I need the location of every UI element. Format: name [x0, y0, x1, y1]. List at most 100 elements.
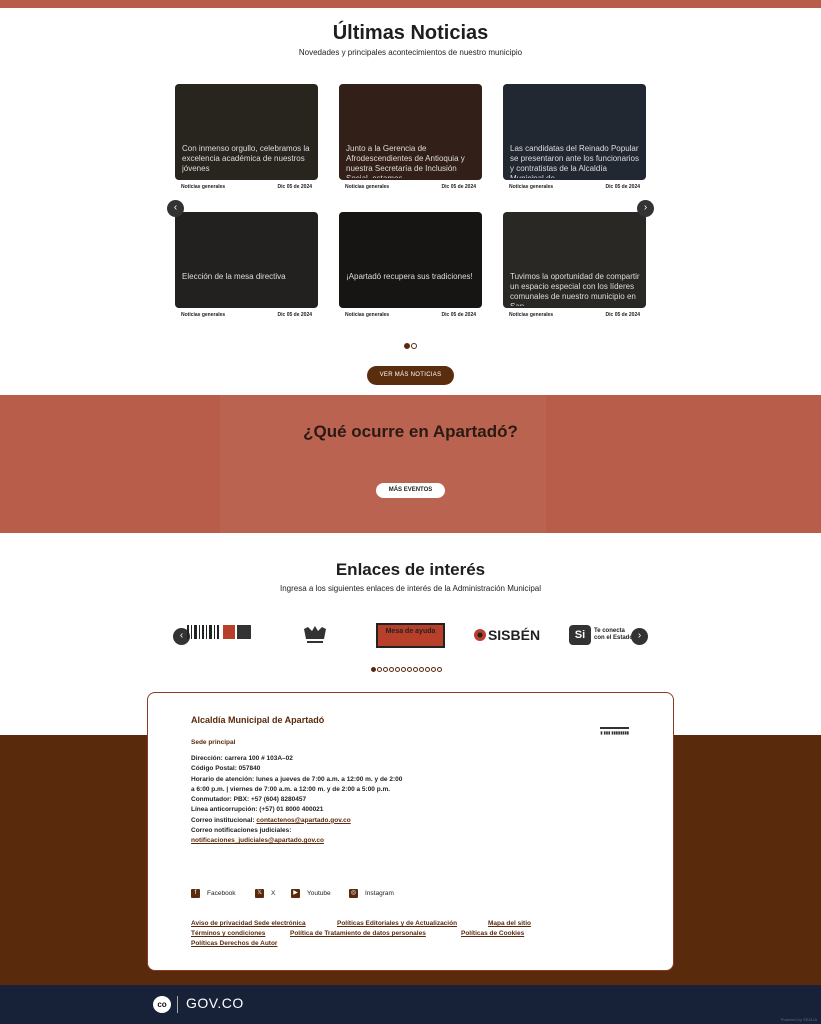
news-card[interactable]: ¡Apartadó recupera sus tradiciones! Noti…: [339, 212, 482, 324]
news-date: Dic 05 de 2024: [277, 312, 312, 318]
carousel-dot[interactable]: [389, 667, 394, 672]
news-section: Últimas Noticias Novedades y principales…: [0, 8, 821, 395]
carousel-dot[interactable]: [383, 667, 388, 672]
social-instagram[interactable]: ◎ Instagram: [349, 888, 394, 898]
links-carousel-dots: [371, 659, 443, 677]
notif-label: Correo notificaciones judiciales:: [191, 827, 292, 835]
carousel-dot[interactable]: [377, 667, 382, 672]
colombia-co-icon[interactable]: co: [153, 996, 171, 1013]
news-card[interactable]: Las candidatas del Reinado Popular se pr…: [503, 84, 646, 196]
news-card[interactable]: Junto a la Gerencia de Afrodescendientes…: [339, 84, 482, 196]
news-category: Noticias generales: [345, 184, 390, 190]
news-category: Noticias generales: [509, 184, 554, 190]
news-category: Noticias generales: [181, 312, 226, 318]
news-image[interactable]: Con inmenso orgullo, celebramos la excel…: [175, 84, 318, 180]
links-next-arrow-icon[interactable]: ›: [631, 628, 648, 645]
news-category: Noticias generales: [509, 312, 554, 318]
social-label: Facebook: [207, 889, 236, 897]
social-label: Instagram: [365, 889, 394, 897]
divider: [177, 996, 178, 1013]
barcode-logo[interactable]: [184, 621, 254, 649]
news-card[interactable]: Tuvimos la oportunidad de compartir un e…: [503, 212, 646, 324]
news-image[interactable]: Elección de la mesa directiva: [175, 212, 318, 308]
footer-card: Alcaldía Municipal de Apartadó ▮ ▮▮▮ ▮▮▮…: [147, 692, 674, 971]
news-card-title[interactable]: ¡Apartadó recupera sus tradiciones!: [346, 272, 476, 306]
si-icon: Si: [568, 625, 591, 645]
news-image[interactable]: ¡Apartadó recupera sus tradiciones!: [339, 212, 482, 308]
privacy-link[interactable]: Aviso de privacidad Sede electrónica: [191, 920, 306, 927]
events-title: ¿Qué ocurre en Apartadó?: [303, 422, 518, 441]
news-category: Noticias generales: [345, 312, 390, 318]
news-card-title[interactable]: Elección de la mesa directiva: [182, 272, 312, 306]
news-date: Dic 05 de 2024: [605, 312, 640, 318]
social-x[interactable]: 𝕏X: [255, 888, 275, 898]
carousel-dot[interactable]: [413, 667, 418, 672]
data-policy-link[interactable]: Política de Tratamiento de datos persona…: [290, 930, 426, 937]
carousel-dot[interactable]: [419, 667, 424, 672]
editorial-policy-link[interactable]: Políticas Editoriales y de Actualización: [337, 920, 457, 927]
cookies-policy-link[interactable]: Políticas de Cookies: [461, 930, 524, 937]
sisben-logo[interactable]: SISBÉN: [470, 621, 542, 649]
notif-email-link[interactable]: notificaciones_judiciales@apartado.gov.c…: [191, 837, 324, 844]
si-logo[interactable]: Si Te conecta con el Estado: [566, 621, 636, 649]
postal-code: Código Postal: 057840: [191, 765, 261, 773]
news-image[interactable]: Junto a la Gerencia de Afrodescendientes…: [339, 84, 482, 180]
carousel-dot[interactable]: [425, 667, 430, 672]
news-category: Noticias generales: [181, 184, 226, 190]
email-link[interactable]: contactenos@apartado.gov.co: [256, 817, 350, 824]
news-date: Dic 05 de 2024: [441, 312, 476, 318]
top-accent-bar: [0, 0, 821, 8]
news-image[interactable]: Las candidatas del Reinado Popular se pr…: [503, 84, 646, 180]
contact-info: Dirección: carrera 100 # 103A–02 Código …: [191, 754, 406, 847]
news-date: Dic 05 de 2024: [605, 184, 640, 190]
carousel-dot[interactable]: [431, 667, 436, 672]
carousel-dot[interactable]: [401, 667, 406, 672]
instagram-icon: ◎: [349, 888, 358, 898]
news-card-title[interactable]: Junto a la Gerencia de Afrodescendientes…: [346, 144, 476, 178]
news-card[interactable]: Elección de la mesa directiva Noticias g…: [175, 212, 318, 324]
news-card[interactable]: Con inmenso orgullo, celebramos la excel…: [175, 84, 318, 196]
facebook-icon: f: [191, 888, 200, 898]
more-events-button[interactable]: MÁS EVENTOS: [376, 483, 445, 498]
view-more-news-button[interactable]: VER MÁS NOTICIAS: [367, 366, 454, 385]
mesa-de-ayuda-logo[interactable]: Mesa de ayuda: [375, 621, 446, 649]
anticorruption-line: Línea anticorrupción: (+57) 01 8000 4000…: [191, 806, 324, 814]
news-carousel-dots: [404, 336, 418, 354]
sitemap-link[interactable]: Mapa del sitio: [488, 920, 531, 927]
x-icon: 𝕏: [255, 888, 264, 898]
news-image[interactable]: Tuvimos la oportunidad de compartir un e…: [503, 212, 646, 308]
news-subtitle: Novedades y principales acontecimientos …: [298, 48, 523, 57]
govco-label[interactable]: GOV.CO: [186, 995, 244, 1011]
sede-heading: Sede principal: [191, 739, 236, 746]
social-youtube[interactable]: ▶ Youtube: [291, 888, 331, 898]
news-card-title[interactable]: Las candidatas del Reinado Popular se pr…: [510, 144, 640, 178]
carousel-dot[interactable]: [407, 667, 412, 672]
news-prev-arrow-icon[interactable]: ‹: [167, 200, 184, 217]
terms-link[interactable]: Términos y condiciones: [191, 930, 265, 937]
carousel-dot[interactable]: [371, 667, 376, 672]
email-label: Correo institucional:: [191, 816, 255, 824]
office-hours: Horario de atención: lunes a jueves de 7…: [191, 775, 403, 793]
address: Dirección: carrera 100 # 103A–02: [191, 755, 293, 762]
carousel-dot[interactable]: [404, 343, 410, 349]
carousel-dot[interactable]: [437, 667, 442, 672]
news-next-arrow-icon[interactable]: ›: [637, 200, 654, 217]
news-card-title[interactable]: Con inmenso orgullo, celebramos la excel…: [182, 144, 312, 178]
carousel-dot[interactable]: [411, 343, 417, 349]
social-facebook[interactable]: f Facebook: [191, 888, 236, 898]
events-panel: [220, 395, 546, 533]
urna-logo[interactable]: [296, 621, 334, 649]
mesa-de-ayuda-icon: Mesa de ayuda: [376, 622, 445, 648]
news-card-title[interactable]: Tuvimos la oportunidad de compartir un e…: [510, 272, 640, 306]
youtube-icon: ▶: [291, 888, 300, 898]
powered-by: Powered by SEALIA: [780, 1017, 817, 1022]
social-label: X: [271, 889, 276, 897]
urna-de-cristal-icon: [304, 626, 326, 643]
carousel-dot[interactable]: [395, 667, 400, 672]
pbx: Conmutador: PBX: +57 (604) 8280457: [191, 796, 307, 804]
govco-bar: co GOV.CO Powered by SEALIA: [0, 985, 821, 1024]
news-date: Dic 05 de 2024: [441, 184, 476, 190]
links-title: Enlaces de interés: [335, 560, 486, 579]
news-title: Últimas Noticias: [332, 22, 489, 44]
copyright-policy-link[interactable]: Políticas Derechos de Autor: [191, 940, 277, 947]
